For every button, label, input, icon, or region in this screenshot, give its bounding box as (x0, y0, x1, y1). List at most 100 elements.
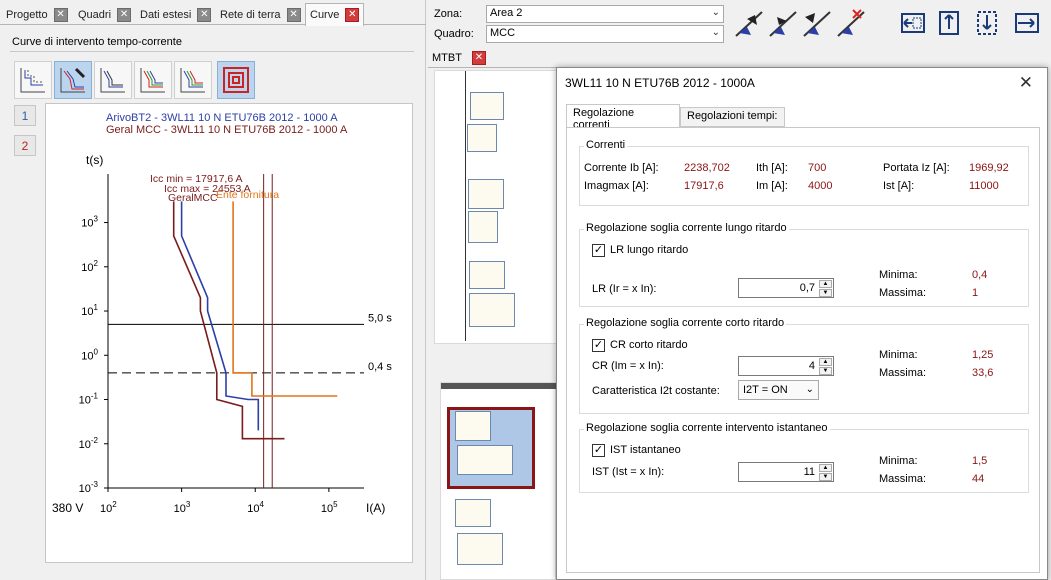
y-tick-label: 10-2 (79, 436, 99, 451)
schematic-block[interactable] (455, 411, 491, 441)
spin-up-icon[interactable]: ▲ (819, 464, 832, 472)
y-axis-label: t(s) (86, 153, 103, 167)
ist-max-value: 44 (972, 473, 985, 485)
schematic-sheet-1[interactable] (434, 70, 558, 344)
curve-2-button[interactable]: 2 (14, 135, 36, 156)
concentric-squares-button[interactable] (217, 61, 255, 99)
lr-min-value: 0,4 (972, 269, 988, 281)
schematic-block[interactable] (457, 445, 513, 475)
schematic-block[interactable] (468, 179, 504, 209)
curve-view-2-button[interactable] (54, 61, 92, 99)
group-legend: Regolazione soglia corrente corto ritard… (584, 317, 787, 329)
iz-value: 1969,92 (969, 162, 1009, 174)
spin-down-icon[interactable]: ▼ (819, 289, 832, 297)
tab-progetto[interactable]: Progetto ✕ (2, 5, 72, 25)
close-icon[interactable]: ✕ (286, 8, 301, 22)
curve-view-2-icon (60, 67, 86, 93)
tab-dati-estesi[interactable]: Dati estesi ✕ (136, 5, 215, 25)
close-icon[interactable]: ✕ (472, 51, 486, 65)
flag-left-button[interactable] (732, 6, 766, 40)
arrow-right-flag-icon (769, 11, 797, 37)
ist-spinner[interactable]: 11 ▲ ▼ (738, 462, 834, 482)
cr-value: 4 (808, 360, 815, 372)
flag-right-button[interactable] (766, 6, 800, 40)
curve-1-button[interactable]: 1 (14, 105, 36, 126)
close-icon[interactable]: ✕ (117, 8, 132, 22)
close-icon[interactable]: ✕ (345, 8, 360, 22)
curve-view-5-button[interactable] (174, 61, 212, 99)
panel-down-button[interactable] (970, 6, 1004, 40)
spin-down-icon[interactable]: ▼ (819, 473, 832, 481)
voltage-label: 380 V (52, 501, 83, 515)
spin-up-icon[interactable]: ▲ (819, 280, 832, 288)
chevron-down-icon: ⌄ (805, 384, 814, 395)
close-icon[interactable]: ✕ (53, 8, 68, 22)
delete-flag-icon (837, 9, 865, 37)
quadro-value: MCC (490, 27, 516, 39)
lr-spinner[interactable]: 0,7 ▲ ▼ (738, 278, 834, 298)
y-tick-label: 10-3 (79, 480, 99, 495)
ist-value: 11000 (969, 180, 999, 192)
i2t-select[interactable]: I2T = ON ⌄ (738, 380, 819, 400)
curve-view-3-button[interactable] (94, 61, 132, 99)
schematic-block[interactable] (455, 499, 491, 527)
spin-down-icon[interactable]: ▼ (819, 367, 832, 375)
group-cr: Regolazione soglia corrente corto ritard… (579, 317, 1029, 414)
curve-panel: Progetto ✕ Quadri ✕ Dati estesi ✕ Rete di t… (0, 0, 426, 580)
group-legend: Regolazione soglia corrente lungo ritard… (584, 222, 789, 234)
cr-char-label: Caratteristica I2t costante: (592, 385, 720, 397)
ist-checkbox[interactable]: ✓ (592, 444, 605, 457)
schematic-block[interactable] (467, 124, 497, 152)
tab-mtbt[interactable]: MTBT (432, 52, 462, 64)
schematic-block[interactable] (470, 92, 504, 120)
ist-value: 11 (803, 466, 815, 478)
lr-max-value: 1 (972, 287, 979, 299)
panel-down-icon (977, 11, 997, 35)
top-toolbar: Zona: Area 2 ⌄ Quadro: MCC ⌄ (426, 0, 1051, 46)
tab-regolazione-correnti[interactable]: Regolazione correnti (566, 104, 680, 131)
overlay-label: GeralMCC (168, 192, 218, 204)
group-correnti: Correnti Corrente Ib [A]: 2238,702 Imagm… (579, 139, 1029, 206)
schematic-sheet-2[interactable] (440, 382, 557, 580)
lr-max-label: Massima: (879, 287, 927, 299)
schematic-block[interactable] (469, 293, 515, 327)
lr-value: 0,7 (799, 282, 815, 294)
cr-checkbox[interactable]: ✓ (592, 339, 605, 352)
imagmax-label: Imagmax [A]: (584, 180, 649, 192)
ith-value: 700 (808, 162, 827, 174)
tab-curve[interactable]: Curve ✕ (305, 3, 365, 26)
quadro-select[interactable]: MCC ⌄ (486, 25, 724, 43)
zona-select[interactable]: Area 2 ⌄ (486, 5, 724, 23)
tab-quadri[interactable]: Quadri ✕ (74, 5, 135, 25)
tab-label: Rete di terra (220, 9, 281, 21)
ist-label: Ist [A]: (883, 180, 915, 192)
ib-value: 2238,702 (684, 162, 730, 174)
tab-rete-di-terra[interactable]: Rete di terra ✕ (216, 5, 305, 25)
arrow-left-flag-icon (735, 11, 763, 37)
panel-left-button[interactable] (896, 6, 930, 40)
flag-delete-button[interactable] (834, 6, 868, 40)
flag-back-button[interactable] (800, 6, 834, 40)
close-icon[interactable]: ✕ (1019, 73, 1033, 93)
curve-view-1-button[interactable] (14, 61, 52, 99)
schematic-block[interactable] (457, 533, 503, 565)
sheet-header-bar (441, 383, 557, 389)
panel-left-icon (901, 13, 925, 33)
imagmax-value: 17917,6 (684, 180, 724, 192)
tab-regolazioni-tempi[interactable]: Regolazioni tempi: (680, 107, 785, 127)
panel-up-button[interactable] (932, 6, 966, 40)
lr-checkbox[interactable]: ✓ (592, 244, 605, 257)
cr-spinner[interactable]: 4 ▲ ▼ (738, 356, 834, 376)
y-tick-label: 100 (81, 347, 98, 362)
close-icon[interactable]: ✕ (197, 8, 212, 22)
panel-right-button[interactable] (1010, 6, 1044, 40)
y-tick-label: 101 (81, 303, 98, 318)
ist-check-label: IST istantaneo (610, 444, 681, 456)
schematic-block[interactable] (469, 261, 505, 289)
curve-view-4-button[interactable] (134, 61, 172, 99)
curve-series-3 (232, 201, 338, 397)
schematic-block[interactable] (468, 211, 498, 243)
spin-up-icon[interactable]: ▲ (819, 358, 832, 366)
ist-min-label: Minima: (879, 455, 918, 467)
lr-field-label: LR (Ir = x In): (592, 283, 657, 295)
